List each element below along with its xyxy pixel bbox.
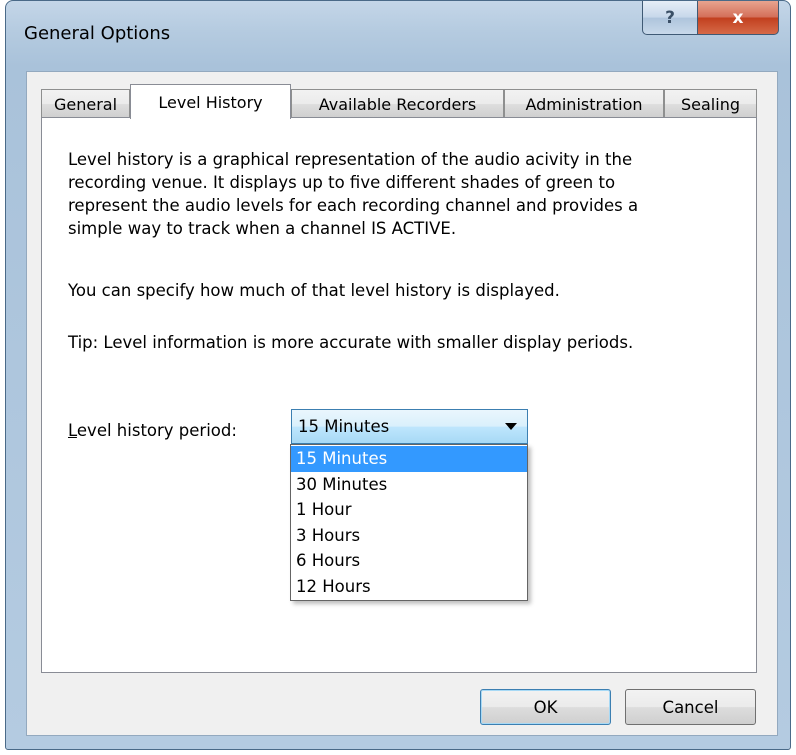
- tab-administration[interactable]: Administration: [504, 89, 664, 118]
- period-combobox-value: 15 Minutes: [298, 417, 390, 436]
- tab-general[interactable]: General: [41, 89, 130, 118]
- period-option[interactable]: 15 Minutes: [291, 446, 527, 472]
- tab-available-recorders[interactable]: Available Recorders: [291, 89, 504, 118]
- description-line: recording venue. It displays up to five …: [68, 173, 616, 192]
- period-label-text: evel history period:: [76, 421, 237, 440]
- specify-text: You can specify how much of that level h…: [68, 281, 560, 300]
- description-line: Level history is a graphical representat…: [68, 150, 633, 169]
- tab-sealing[interactable]: Sealing: [664, 89, 757, 118]
- description-line: simple way to track when a channel IS AC…: [68, 219, 457, 238]
- close-icon: x: [732, 7, 744, 28]
- general-options-window: General Options ? x General Level Histor…: [5, 0, 791, 750]
- tab-strip: General Level History Available Recorder…: [41, 84, 761, 119]
- help-button[interactable]: ?: [642, 1, 698, 35]
- tip-text: Tip: Level information is more accurate …: [68, 333, 634, 352]
- level-history-panel: Level history is a graphical representat…: [41, 117, 757, 673]
- ok-button[interactable]: OK: [480, 689, 611, 725]
- help-icon: ?: [665, 7, 675, 28]
- period-label: Level history period:: [68, 421, 237, 440]
- period-option[interactable]: 3 Hours: [291, 523, 527, 549]
- dialog-client-area: General Level History Available Recorder…: [26, 71, 778, 736]
- period-option[interactable]: 1 Hour: [291, 497, 527, 523]
- description-text: Level history is a graphical representat…: [68, 148, 748, 240]
- close-button[interactable]: x: [697, 1, 779, 35]
- period-label-mnemonic: L: [68, 421, 77, 440]
- tab-level-history[interactable]: Level History: [130, 84, 291, 119]
- period-option[interactable]: 6 Hours: [291, 548, 527, 574]
- chevron-down-icon[interactable]: [505, 423, 517, 430]
- period-option[interactable]: 30 Minutes: [291, 472, 527, 498]
- period-option[interactable]: 12 Hours: [291, 574, 527, 600]
- period-dropdown-list: 15 Minutes 30 Minutes 1 Hour 3 Hours 6 H…: [290, 444, 528, 601]
- cancel-button[interactable]: Cancel: [625, 689, 756, 725]
- period-combobox[interactable]: 15 Minutes: [291, 409, 528, 444]
- window-title: General Options: [24, 23, 171, 44]
- description-line: represent the audio levels for each reco…: [68, 196, 639, 215]
